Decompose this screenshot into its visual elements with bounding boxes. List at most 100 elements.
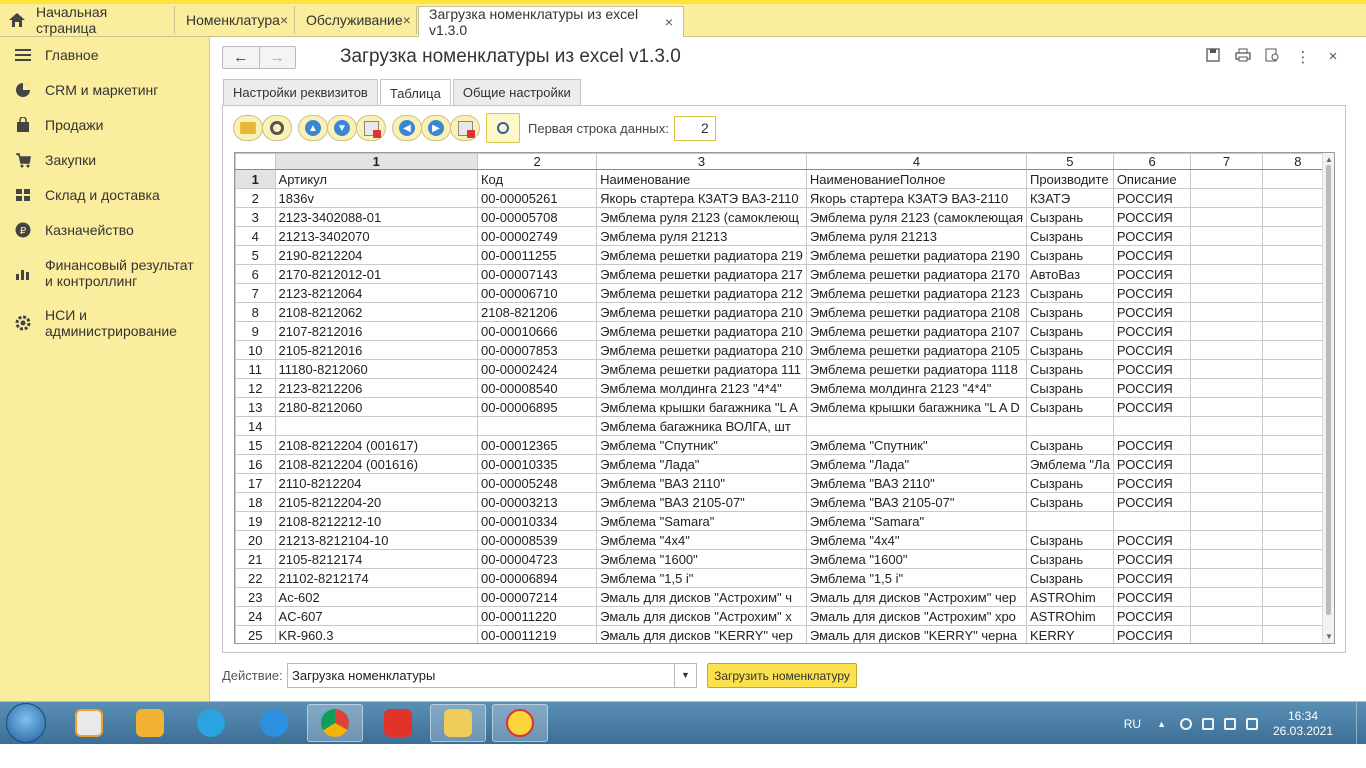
move-up-button[interactable]: ▲ [298,115,328,141]
cell[interactable]: 2105-8212016 [274,340,478,360]
cell[interactable]: Эмблема "Спутник" [596,435,807,455]
cell[interactable] [1190,549,1263,569]
cell[interactable]: Эмблема решетки радиатора 210 [596,302,807,322]
cell[interactable]: Эмблема решетки радиатора 2108 [805,302,1027,322]
sidebar-item-warehouse[interactable]: Склад и доставка [0,187,210,203]
taskbar-ie[interactable] [246,704,302,742]
cell[interactable]: 2108-8212204 (001616) [274,454,478,474]
cell[interactable]: 2180-8212060 [274,397,478,417]
language-indicator[interactable]: RU [1124,717,1141,731]
cell[interactable] [1190,302,1263,322]
tab-service[interactable]: Обслуживание × [296,6,417,34]
cell[interactable]: 00-00010334 [476,511,598,531]
cell[interactable] [1190,587,1263,607]
taskbar-1c[interactable] [492,704,548,742]
cell[interactable]: Эмаль для дисков "KERRY" черна [805,625,1027,643]
volume-icon[interactable] [1202,717,1214,730]
cell[interactable]: РОССИЯ [1112,245,1192,265]
vertical-scrollbar[interactable]: ▲ ▼ [1322,153,1334,643]
cell[interactable]: 00-00010666 [476,321,598,341]
cell[interactable] [1112,511,1192,531]
cell[interactable] [1190,625,1263,643]
column-header[interactable]: 2 [476,153,598,170]
cell[interactable]: Эмблема "ВАЗ 2105-07" [805,492,1027,512]
cell[interactable]: Эмблема "ВАЗ 2110" [596,473,807,493]
row-number[interactable]: 12 [235,378,276,398]
cell[interactable] [1190,359,1263,379]
cell[interactable]: РОССИЯ [1112,283,1192,303]
cell[interactable] [1190,606,1263,626]
cell[interactable]: 2105-8212174 [274,549,478,569]
column-header[interactable]: 6 [1112,153,1192,170]
cell[interactable]: Ac-602 [274,587,478,607]
cell[interactable] [1112,416,1192,436]
row-number[interactable]: 13 [235,397,276,417]
cell[interactable]: 2170-8212012-01 [274,264,478,284]
cell[interactable]: 2110-8212204 [274,473,478,493]
cell[interactable]: Сызрань [1025,378,1114,398]
cell[interactable]: РОССИЯ [1112,264,1192,284]
row-number[interactable]: 25 [235,625,276,643]
clock[interactable]: 16:34 26.03.2021 [1268,709,1338,739]
scroll-down-icon[interactable]: ▼ [1325,632,1333,641]
sidebar-item-finance[interactable]: Финансовый результат и контроллинг [0,257,210,289]
cell[interactable]: Эмблема "Samara" [596,511,807,531]
cell[interactable]: Сызрань [1025,549,1114,569]
start-button[interactable] [6,703,46,743]
row-number[interactable]: 24 [235,606,276,626]
cell[interactable] [1190,530,1263,550]
tab-table[interactable]: Таблица [379,79,451,106]
column-header[interactable]: 3 [596,153,807,170]
cell[interactable] [1190,264,1263,284]
close-icon[interactable]: × [665,14,673,30]
cell[interactable]: Наименование [596,169,807,189]
cell[interactable]: Сызрань [1025,302,1114,322]
cell[interactable]: Эмблема "4x4" [805,530,1027,550]
row-number[interactable]: 2 [235,188,276,208]
preview-icon[interactable] [1258,48,1288,66]
forward-button[interactable]: → [258,47,296,68]
cell[interactable]: 00-00007214 [476,587,598,607]
cell[interactable]: РОССИЯ [1112,207,1192,227]
print-icon[interactable] [1228,48,1258,66]
cell[interactable]: Эмблема руля 2123 (самоклеющ [596,207,807,227]
cell[interactable] [1190,188,1263,208]
cell[interactable]: ASTROhim [1025,606,1114,626]
search-button[interactable] [486,113,520,143]
row-number[interactable]: 1 [235,169,276,189]
more-icon[interactable]: ⋮ [1288,48,1318,66]
cell[interactable]: Эмблема "1600" [596,549,807,569]
cell[interactable]: Эмблема решетки радиатора 212 [596,283,807,303]
cell[interactable]: 00-00011255 [476,245,598,265]
cell[interactable]: 00-00008539 [476,530,598,550]
cell[interactable]: Сызрань [1025,530,1114,550]
cell[interactable] [1190,511,1263,531]
cell[interactable]: Производите [1025,169,1114,189]
cell[interactable]: РОССИЯ [1112,435,1192,455]
row-number[interactable]: 10 [235,340,276,360]
cell[interactable]: Эмблема руля 21213 [596,226,807,246]
row-number[interactable]: 3 [235,207,276,227]
cell[interactable]: 00-00011220 [476,606,598,626]
close-icon[interactable]: × [1318,48,1348,66]
scroll-up-icon[interactable]: ▲ [1325,155,1333,164]
cell[interactable]: Сызрань [1025,283,1114,303]
row-number[interactable]: 19 [235,511,276,531]
row-number[interactable]: 17 [235,473,276,493]
close-icon[interactable]: × [280,12,288,28]
open-file-button[interactable] [233,115,263,141]
cell[interactable]: Артикул [274,169,478,189]
cell[interactable]: 2123-3402088-01 [274,207,478,227]
cell[interactable]: 2108-8212062 [274,302,478,322]
cell[interactable]: Эмблема решетки радиатора 2170 [805,264,1027,284]
sidebar-item-treasury[interactable]: ₽ Казначейство [0,222,210,238]
cell[interactable]: Эмаль для дисков "Астрохим" чер [805,587,1027,607]
cell[interactable]: Сызрань [1025,492,1114,512]
cell[interactable]: Эмблема "4x4" [596,530,807,550]
cell[interactable]: Сызрань [1025,207,1114,227]
cell[interactable]: Эмблема крышки багажника "L A D [805,397,1027,417]
cell[interactable]: Эмаль для дисков "Астрохим" ч [596,587,807,607]
cell[interactable]: 2107-8212016 [274,321,478,341]
cell[interactable]: Эмблема "Лада" [805,454,1027,474]
cell[interactable]: РОССИЯ [1112,492,1192,512]
